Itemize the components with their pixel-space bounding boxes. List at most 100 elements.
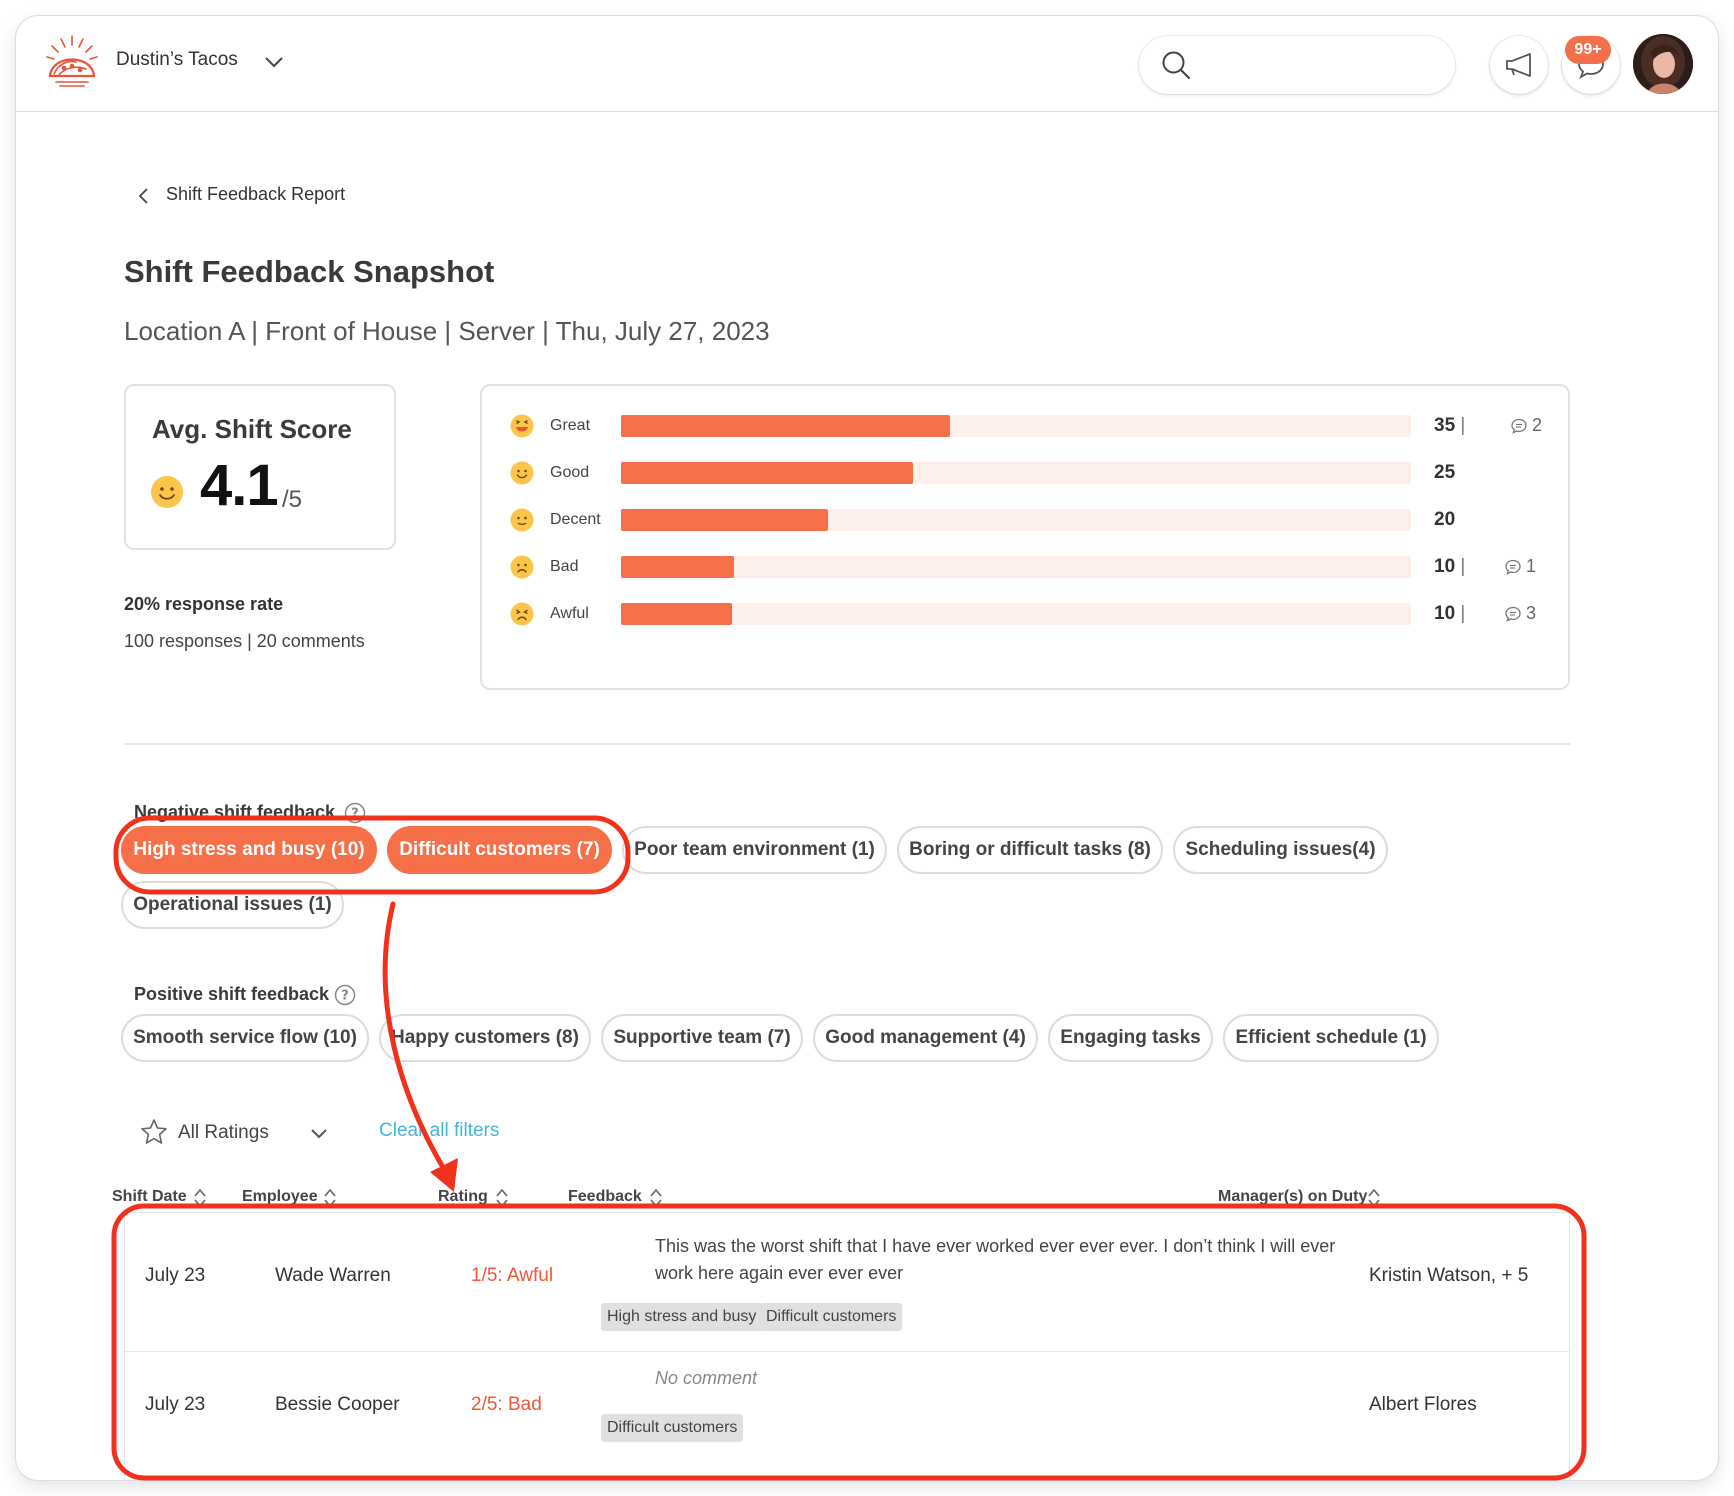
tired-face-icon xyxy=(510,602,534,631)
feedback-text: No comment xyxy=(655,1368,758,1388)
back-link[interactable]: Shift Feedback Report xyxy=(166,184,345,205)
clear-filters-link[interactable]: Clear all filters xyxy=(379,1120,499,1142)
positive-feedback-chip[interactable]: Engaging tasks xyxy=(1048,1014,1213,1062)
sort-icon xyxy=(496,1188,508,1208)
rating-label: Decent xyxy=(550,511,601,528)
negative-feedback-chip[interactable]: High stress and busy (10) xyxy=(121,826,377,874)
rating-label: Bad xyxy=(550,558,579,575)
chevron-down-icon xyxy=(311,1129,327,1139)
rating-bar xyxy=(621,415,950,437)
rating-value: 2/5: Bad xyxy=(471,1394,542,1415)
score-label: Avg. Shift Score xyxy=(152,414,352,444)
rating-row-great: Great 35 | 2 xyxy=(482,410,1568,442)
sort-icon xyxy=(650,1188,662,1208)
avg-score-card: Avg. Shift Score 4.1 /5 xyxy=(124,384,396,550)
rating-count: 10 | xyxy=(1434,603,1466,624)
rating-bar xyxy=(621,509,828,531)
rating-row-bad: Bad 10 | 1 xyxy=(482,551,1568,583)
sort-icon xyxy=(1368,1188,1380,1208)
column-header-managers[interactable]: Manager(s) on Duty xyxy=(1218,1188,1380,1208)
feedback-tag: High stress and busy xyxy=(601,1303,763,1331)
column-header-employee[interactable]: Employee xyxy=(242,1188,336,1208)
table-row[interactable]: July 23 Bessie Cooper 2/5: Bad No commen… xyxy=(125,1352,1569,1480)
managers-on-duty: Kristin Watson, + 5 xyxy=(1369,1265,1529,1286)
positive-feedback-chip[interactable]: Efficient schedule (1) xyxy=(1223,1014,1439,1062)
rating-value: 1/5: Awful xyxy=(471,1265,554,1286)
feedback-table: July 23 Wade Warren 1/5: Awful This was … xyxy=(124,1212,1570,1480)
help-icon: ? xyxy=(334,984,356,1006)
column-header-rating[interactable]: Rating xyxy=(438,1188,508,1208)
employee-name: Wade Warren xyxy=(275,1265,391,1286)
rating-bar-track xyxy=(621,603,1411,625)
positive-feedback-chip[interactable]: Smooth service flow (10) xyxy=(121,1014,369,1062)
feedback-tag: Difficult customers xyxy=(760,1303,903,1331)
shift-date: July 23 xyxy=(145,1394,206,1415)
positive-feedback-chip[interactable]: Supportive team (7) xyxy=(601,1014,803,1062)
frowning-face-icon xyxy=(510,555,534,584)
search-input[interactable] xyxy=(1139,36,1455,94)
positive-feedback-label: Positive shift feedback ? xyxy=(134,984,356,1006)
rating-bar xyxy=(621,556,734,578)
chevron-left-icon xyxy=(138,188,148,204)
section-divider xyxy=(124,743,1570,745)
chevron-down-icon[interactable] xyxy=(262,50,286,74)
rating-bar-track xyxy=(621,462,1411,484)
rating-label: Awful xyxy=(550,605,589,622)
feedback-tag: Difficult customers xyxy=(601,1414,744,1442)
feedback-text: This was the worst shift that I have eve… xyxy=(655,1236,1336,1283)
negative-feedback-label: Negative shift feedback ? xyxy=(134,802,366,824)
negative-feedback-chip[interactable]: Poor team environment (1) xyxy=(622,826,887,874)
rating-row-good: Good 25 xyxy=(482,457,1568,489)
announcements-button[interactable] xyxy=(1490,36,1548,94)
positive-feedback-chip[interactable]: Good management (4) xyxy=(813,1014,1038,1062)
table-row[interactable]: July 23 Wade Warren 1/5: Awful This was … xyxy=(125,1213,1569,1351)
positive-feedback-chip[interactable]: Happy customers (8) xyxy=(379,1014,591,1062)
megaphone-icon xyxy=(1506,53,1531,77)
sort-icon xyxy=(324,1188,336,1208)
negative-feedback-chip[interactable]: Difficult customers (7) xyxy=(387,826,612,874)
taco-logo-icon[interactable] xyxy=(42,32,102,92)
rating-row-awful: Awful 10 | 3 xyxy=(482,598,1568,630)
rating-count: 20 xyxy=(1434,509,1456,530)
rating-count: 10 | xyxy=(1434,556,1466,577)
score-out-of: /5 xyxy=(282,486,303,513)
comment-icon xyxy=(1505,606,1521,622)
svg-text:?: ? xyxy=(341,989,349,1004)
star-icon xyxy=(141,1119,167,1144)
rating-count: 35 | xyxy=(1434,415,1466,436)
comment-icon xyxy=(1505,559,1521,575)
page-subtitle: Location A | Front of House | Server | T… xyxy=(124,316,770,346)
rating-bar-track xyxy=(621,556,1411,578)
response-rate: 20% response rate xyxy=(124,594,284,614)
column-header-shift-date[interactable]: Shift Date xyxy=(112,1188,206,1208)
rating-count: 25 xyxy=(1434,462,1456,483)
smiling-face-icon xyxy=(150,475,184,514)
sort-icon xyxy=(194,1188,206,1208)
negative-feedback-chip[interactable]: Scheduling issues(4) xyxy=(1173,826,1388,874)
rating-label: Good xyxy=(550,464,590,481)
app-window: Dustin’s Tacos 99+ Shift Feedback Report… xyxy=(16,16,1718,1480)
column-header-feedback[interactable]: Feedback xyxy=(568,1188,662,1208)
grinning-face-icon xyxy=(510,414,534,443)
notification-badge: 99+ xyxy=(1565,36,1611,64)
brand-name[interactable]: Dustin’s Tacos xyxy=(116,49,238,71)
rating-row-decent: Decent 20 xyxy=(482,504,1568,536)
comment-icon xyxy=(1511,418,1527,434)
rating-bar xyxy=(621,603,732,625)
page-title: Shift Feedback Snapshot xyxy=(124,254,495,289)
neutral-face-icon xyxy=(510,508,534,537)
svg-text:?: ? xyxy=(351,807,359,822)
response-counts: 100 responses | 20 comments xyxy=(124,631,365,651)
rating-bar-track xyxy=(621,415,1411,437)
negative-feedback-chip[interactable]: Operational issues (1) xyxy=(121,881,344,929)
top-header: Dustin’s Tacos 99+ xyxy=(16,16,1718,112)
search-icon xyxy=(1162,51,1191,80)
ratings-filter-label: All Ratings xyxy=(178,1122,269,1143)
managers-on-duty: Albert Flores xyxy=(1369,1394,1477,1415)
rating-bar xyxy=(621,462,913,484)
negative-feedback-chip[interactable]: Boring or difficult tasks (8) xyxy=(897,826,1163,874)
user-avatar[interactable] xyxy=(1633,34,1693,94)
shift-date: July 23 xyxy=(145,1265,206,1286)
rating-distribution-card: Great 35 | 2 Good 25 Decent 20 Bad 10 | 1 Awful 10 … xyxy=(480,384,1570,690)
score-value: 4.1 xyxy=(200,453,279,518)
